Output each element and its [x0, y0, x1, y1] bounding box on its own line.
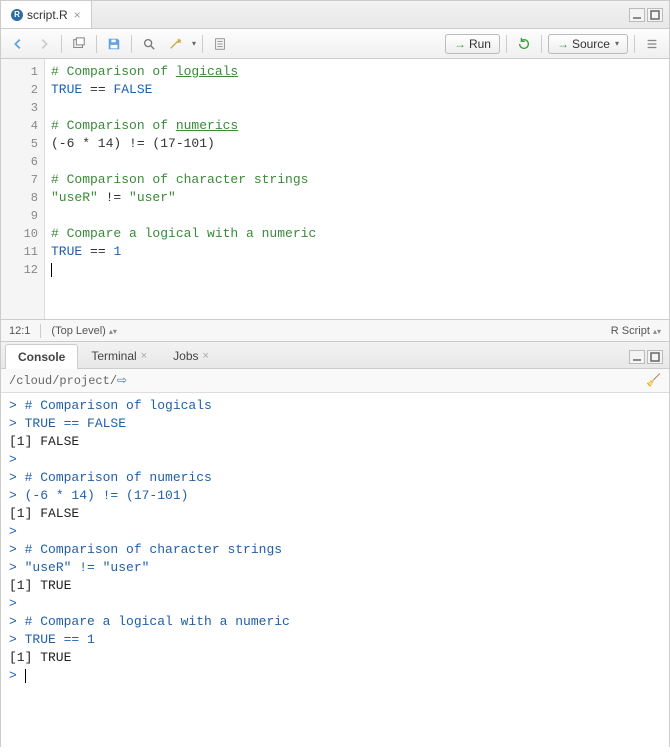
working-dir: /cloud/project/ — [9, 374, 117, 388]
editor-tab-label: script.R — [27, 8, 68, 22]
editor-toolbar: ▾ →Run →Source▾ — [1, 29, 669, 59]
editor-tabbar: R script.R × — [1, 1, 669, 29]
console-output[interactable]: > # Comparison of logicals > TRUE == FAL… — [1, 393, 669, 753]
tab-console[interactable]: Console — [5, 344, 78, 369]
tab-jobs[interactable]: Jobs× — [160, 343, 222, 368]
r-file-icon: R — [11, 9, 23, 21]
run-button[interactable]: →Run — [445, 34, 500, 54]
scope-selector[interactable]: (Top Level) ▴▾ — [51, 325, 117, 337]
tab-terminal[interactable]: Terminal× — [78, 343, 160, 368]
maximize-console-button[interactable] — [647, 350, 663, 364]
console-tabbar: Console Terminal× Jobs× — [1, 341, 669, 369]
code-tools-caret[interactable]: ▾ — [192, 39, 196, 49]
forward-button[interactable] — [33, 33, 55, 55]
code-editor[interactable]: 123456789101112 # Comparison of logicals… — [1, 59, 669, 319]
save-button[interactable] — [103, 33, 125, 55]
line-number-gutter: 123456789101112 — [1, 59, 45, 319]
console-cursor — [25, 669, 26, 683]
outline-button[interactable] — [641, 33, 663, 55]
run-label: Run — [469, 37, 491, 51]
wd-arrow-icon[interactable]: ⇨ — [117, 373, 127, 388]
editor-tab-scriptr[interactable]: R script.R × — [1, 1, 92, 28]
find-button[interactable] — [138, 33, 160, 55]
back-button[interactable] — [7, 33, 29, 55]
close-icon[interactable]: × — [74, 8, 81, 22]
minimize-pane-button[interactable] — [629, 8, 645, 22]
editor-statusbar: 12:1 (Top Level) ▴▾ R Script ▴▾ — [1, 319, 669, 341]
language-selector[interactable]: R Script ▴▾ — [611, 325, 661, 337]
maximize-pane-button[interactable] — [647, 8, 663, 22]
source-label: Source — [572, 37, 610, 51]
minimize-console-button[interactable] — [629, 350, 645, 364]
source-button[interactable]: →Source▾ — [548, 34, 628, 54]
show-in-new-window-button[interactable] — [68, 33, 90, 55]
rerun-button[interactable] — [513, 33, 535, 55]
console-pathbar: /cloud/project/ ⇨ 🧹 — [1, 369, 669, 393]
code-content[interactable]: # Comparison of logicals TRUE == FALSE #… — [45, 59, 669, 319]
editor-cursor — [51, 263, 52, 277]
clear-console-button[interactable]: 🧹 — [646, 373, 661, 388]
code-tools-button[interactable] — [164, 33, 186, 55]
cursor-position: 12:1 — [9, 325, 30, 337]
compile-report-button[interactable] — [209, 33, 231, 55]
